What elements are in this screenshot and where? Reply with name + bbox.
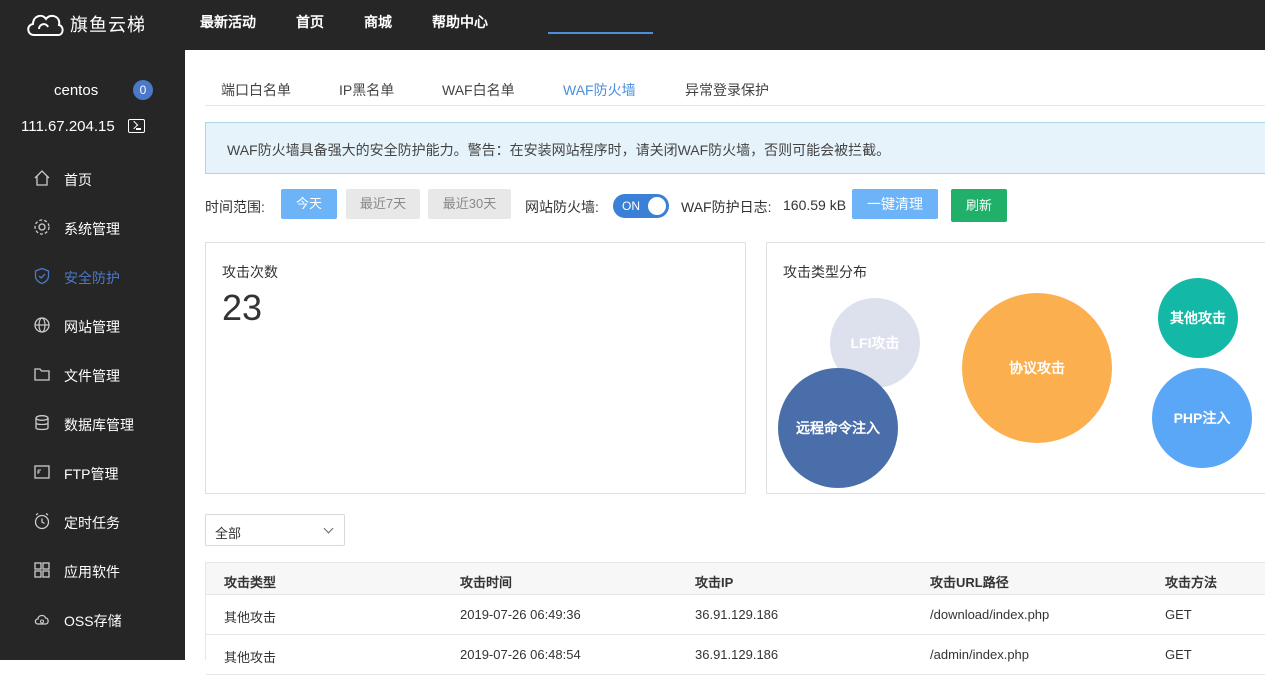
nav-home[interactable]: 首页	[296, 0, 324, 50]
notification-badge[interactable]: 0	[133, 80, 153, 100]
bubble-remote-command: 远程命令注入	[778, 368, 898, 488]
sidebar-item-ftp[interactable]: FTP管理	[0, 452, 185, 492]
sidebar-item-label: FTP管理	[64, 466, 119, 482]
refresh-button[interactable]: 刷新	[951, 189, 1007, 222]
time-range-label: 时间范围:	[205, 199, 265, 215]
gear-icon	[33, 218, 51, 236]
terminal-icon[interactable]	[128, 119, 145, 133]
nav-store[interactable]: 商城	[364, 0, 392, 50]
attack-count-value: 23	[222, 287, 263, 328]
attack-count-title: 攻击次数	[222, 264, 278, 280]
globe-icon	[33, 316, 51, 334]
bubble-protocol: 协议攻击	[962, 293, 1112, 443]
firewall-label: 网站防火墙:	[525, 199, 599, 215]
active-tab-indicator	[548, 32, 653, 34]
toggle-knob	[648, 197, 666, 215]
shield-icon	[33, 267, 51, 285]
chevron-down-icon	[323, 523, 334, 534]
sidebar-item-label: 数据库管理	[64, 417, 134, 433]
sidebar-item-label: OSS存储	[64, 613, 122, 629]
cell-attack-ip: 36.91.129.186	[695, 607, 779, 622]
sidebar-item-apps[interactable]: 应用软件	[0, 550, 185, 590]
nav-latest-activity[interactable]: 最新活动	[200, 0, 256, 50]
tab-port-whitelist[interactable]: 端口白名单	[221, 80, 291, 100]
sidebar-item-security[interactable]: 安全防护	[0, 256, 185, 296]
security-tabs: 端口白名单 IP黑名单 WAF白名单 WAF防火墙 异常登录保护	[205, 70, 1265, 106]
attack-type-title: 攻击类型分布	[783, 264, 867, 280]
sidebar-item-label: 应用软件	[64, 564, 120, 580]
cell-attack-method: GET	[1165, 607, 1192, 622]
clear-log-button[interactable]: 一键清理	[852, 189, 938, 219]
cell-attack-type: 其他攻击	[224, 650, 277, 665]
waf-log-label: WAF防护日志:	[681, 199, 772, 215]
col-attack-method[interactable]: 攻击方法	[1165, 572, 1217, 591]
cell-attack-time: 2019-07-26 06:49:36	[460, 607, 581, 622]
cell-attack-url: /download/index.php	[930, 607, 1050, 622]
bubble-php-injection: PHP注入	[1152, 368, 1252, 468]
bubble-other: 其他攻击	[1158, 278, 1238, 358]
folder-icon	[33, 365, 51, 383]
tab-ip-blacklist[interactable]: IP黑名单	[339, 80, 394, 100]
sidebar-item-cron[interactable]: 定时任务	[0, 501, 185, 541]
sidebar-item-database[interactable]: 数据库管理	[0, 403, 185, 443]
sidebar-item-label: 首页	[64, 172, 92, 188]
col-attack-ip[interactable]: 攻击IP	[695, 572, 733, 591]
brand-logo[interactable]: 旗鱼云梯	[24, 4, 146, 44]
attack-type-card: 攻击类型分布 LFI攻击 协议攻击 其他攻击 远程命令注入 PHP注入	[766, 242, 1265, 494]
attack-log-table: 攻击类型 攻击时间 攻击IP 攻击URL路径 攻击方法 其他攻击 2019-07…	[205, 562, 1265, 675]
tab-waf-whitelist[interactable]: WAF白名单	[442, 80, 515, 100]
tab-waf-firewall[interactable]: WAF防火墙	[563, 80, 636, 100]
tab-abnormal-login[interactable]: 异常登录保护	[685, 80, 769, 100]
col-attack-type[interactable]: 攻击类型	[224, 572, 276, 591]
sidebar-item-label: 系统管理	[64, 221, 120, 237]
server-ip: 111.67.204.15	[21, 118, 115, 135]
attack-count-card: 攻击次数 23	[205, 242, 746, 494]
sidebar: centos 0 111.67.204.15 首页 系统管理 安全防护 网站管理…	[0, 50, 185, 660]
cloud-logo-icon	[27, 14, 64, 36]
apps-icon	[33, 561, 51, 579]
toggle-state: ON	[622, 199, 640, 213]
sidebar-item-label: 网站管理	[64, 319, 120, 335]
table-header: 攻击类型 攻击时间 攻击IP 攻击URL路径 攻击方法	[206, 563, 1265, 595]
nav-help-center[interactable]: 帮助中心	[432, 0, 488, 50]
top-bar: 旗鱼云梯 最新活动 首页 商城 帮助中心	[0, 0, 1265, 50]
waf-notice: WAF防火墙具备强大的安全防护能力。警告：在安装网站程序时，请关闭WAF防火墙，…	[205, 122, 1265, 174]
top-nav: 最新活动 首页 商城 帮助中心	[200, 0, 528, 50]
col-attack-url[interactable]: 攻击URL路径	[930, 572, 1009, 591]
home-icon	[33, 169, 51, 187]
filter-selected: 全部	[215, 526, 242, 541]
table-row[interactable]: 其他攻击 2019-07-26 06:48:54 36.91.129.186 /…	[206, 635, 1265, 675]
database-icon	[33, 414, 51, 432]
sidebar-item-system[interactable]: 系统管理	[0, 207, 185, 247]
sidebar-item-label: 文件管理	[64, 368, 120, 384]
today-button[interactable]: 今天	[281, 189, 337, 219]
server-name: centos	[54, 82, 99, 99]
table-row[interactable]: 其他攻击 2019-07-26 06:49:36 36.91.129.186 /…	[206, 595, 1265, 635]
last-7-days-button[interactable]: 最近7天	[346, 189, 420, 219]
firewall-toggle[interactable]: ON	[613, 194, 669, 218]
sidebar-item-files[interactable]: 文件管理	[0, 354, 185, 394]
last-30-days-button[interactable]: 最近30天	[428, 189, 511, 219]
brand-name: 旗鱼云梯	[70, 15, 146, 35]
sidebar-item-label: 安全防护	[64, 270, 120, 286]
col-attack-time[interactable]: 攻击时间	[460, 572, 512, 591]
cloud-storage-icon	[33, 610, 51, 628]
sidebar-item-oss[interactable]: OSS存储	[0, 599, 185, 639]
sidebar-item-label: 定时任务	[64, 515, 120, 531]
attack-type-filter[interactable]: 全部	[205, 514, 345, 546]
sidebar-item-home[interactable]: 首页	[0, 158, 185, 198]
cell-attack-type: 其他攻击	[224, 610, 277, 625]
clock-icon	[33, 512, 51, 530]
sidebar-item-website[interactable]: 网站管理	[0, 305, 185, 345]
ftp-icon	[33, 463, 51, 481]
waf-log-size: 160.59 kB	[783, 197, 847, 213]
